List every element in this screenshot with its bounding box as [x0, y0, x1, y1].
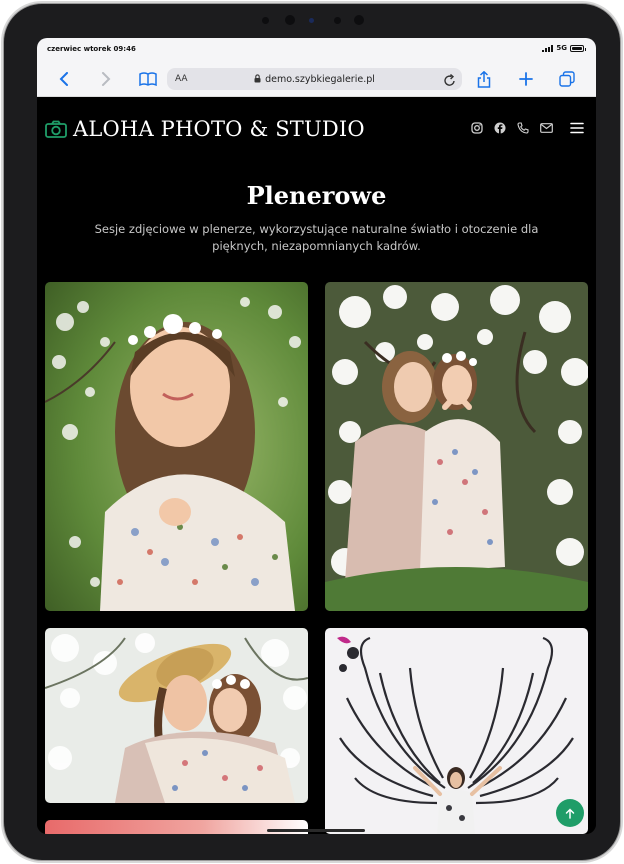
reload-icon[interactable] — [444, 72, 456, 91]
sensor — [334, 17, 341, 24]
forward-icon[interactable] — [96, 69, 116, 89]
camera-lens — [309, 18, 314, 23]
social-links — [471, 122, 584, 134]
facebook-icon[interactable] — [494, 122, 506, 134]
url-label: demo.szybkiegalerie.pl — [265, 73, 375, 85]
address-bar[interactable]: AA demo.szybkiegalerie.pl — [167, 68, 462, 90]
network-label: 5G — [556, 44, 567, 52]
instagram-icon[interactable] — [471, 122, 483, 134]
home-indicator — [267, 829, 365, 832]
gallery-photo[interactable] — [45, 282, 308, 611]
gallery-photo[interactable] — [325, 628, 588, 834]
new-tab-icon[interactable] — [516, 69, 536, 89]
tabs-icon[interactable] — [557, 69, 577, 89]
browser-chrome: czerwiec wtorek 09:46 5G AA demo.szybkie… — [37, 38, 596, 97]
screen: czerwiec wtorek 09:46 5G AA demo.szybkie… — [37, 38, 596, 834]
battery-icon — [570, 44, 586, 52]
sensor — [262, 17, 269, 24]
gallery-photo[interactable] — [325, 282, 588, 611]
mail-icon[interactable] — [540, 123, 553, 133]
page-description: Sesje zdjęciowe w plenerze, wykorzystują… — [94, 222, 539, 253]
back-icon[interactable] — [54, 69, 74, 89]
lock-icon — [254, 73, 261, 82]
share-icon[interactable] — [474, 69, 494, 89]
website: ALOHA PHOTO & STUDIO Plenerowe Sesje zdj… — [37, 97, 596, 834]
page-title: Plenerowe — [246, 181, 387, 210]
bookmarks-icon[interactable] — [138, 69, 158, 89]
menu-icon[interactable] — [570, 122, 584, 134]
camera-bar — [4, 4, 620, 38]
browser-toolbar: AA demo.szybkiegalerie.pl — [37, 66, 596, 92]
camera-icon — [45, 120, 67, 138]
status-indicators: 5G — [542, 44, 586, 52]
scroll-to-top-button[interactable] — [556, 799, 584, 827]
gallery-photo[interactable] — [45, 628, 308, 803]
site-header: ALOHA PHOTO & STUDIO — [37, 97, 596, 161]
phone-icon[interactable] — [517, 122, 529, 134]
arrow-up-icon — [565, 807, 575, 819]
sensor — [285, 15, 295, 25]
status-time: czerwiec wtorek 09:46 — [47, 45, 136, 53]
front-camera — [354, 15, 364, 25]
brand-name: ALOHA PHOTO & STUDIO — [73, 117, 365, 141]
url-text: demo.szybkiegalerie.pl — [167, 74, 462, 85]
logo[interactable]: ALOHA PHOTO & STUDIO — [45, 117, 365, 141]
signal-icon — [542, 44, 554, 52]
tablet-frame: czerwiec wtorek 09:46 5G AA demo.szybkie… — [4, 4, 620, 860]
